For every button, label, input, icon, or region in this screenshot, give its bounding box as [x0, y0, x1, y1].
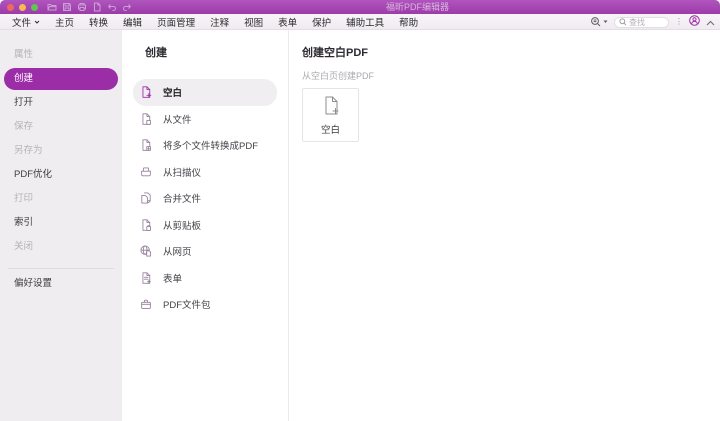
sidebar-item-save: 保存 [14, 121, 34, 132]
app-window: 福昕PDF编辑器 文件 主页 转换 编辑 页面管理 注释 视图 表单 保护 辅助… [0, 0, 720, 421]
create-item-combine-files[interactable]: 合并文件 [133, 185, 277, 212]
create-item-blank[interactable]: 空白 [133, 79, 277, 106]
pdf-portfolio-icon [141, 299, 151, 310]
from-scanner-icon [141, 167, 151, 177]
from-clipboard-icon [142, 219, 151, 231]
blank-card-label: 空白 [320, 124, 340, 136]
redo-icon[interactable] [122, 2, 132, 12]
create-item-label: PDF文件包 [163, 300, 211, 312]
chevron-down-icon [34, 20, 40, 24]
menu-item-file[interactable]: 文件 [12, 15, 40, 29]
sidebar-item-open[interactable]: 打开 [0, 91, 122, 115]
from-file-icon [142, 113, 151, 125]
blank-page-plus-icon [325, 96, 338, 114]
more-options-icon[interactable]: ⋮ [675, 17, 683, 27]
blank-pdf-card[interactable]: 空白 [302, 88, 359, 142]
create-panel-title: 创建 [145, 47, 167, 59]
menu-item-help[interactable]: 帮助 [399, 15, 418, 29]
create-item-label: 从文件 [163, 114, 192, 126]
create-item-pdf-portfolio[interactable]: PDF文件包 [133, 291, 277, 318]
multiple-files-to-pdf-icon [142, 139, 151, 151]
menu-bar-right-group: 查找 ⋮ [590, 14, 715, 30]
fullscreen-window-icon[interactable] [31, 3, 38, 11]
detail-panel: 创建空白PDF 从空白页创建PDF 空白 [290, 30, 720, 421]
quick-access-toolbar [47, 2, 132, 12]
sidebar-item-create[interactable]: 创建 [4, 68, 118, 90]
combine-files-icon [141, 192, 151, 204]
traffic-lights [7, 3, 38, 11]
menu-item-edit[interactable]: 编辑 [123, 15, 142, 29]
sidebar-item-close: 关闭 [14, 241, 34, 252]
close-window-icon[interactable] [7, 3, 14, 11]
menu-item-comment[interactable]: 注释 [210, 15, 229, 29]
undo-icon[interactable] [107, 2, 117, 12]
account-icon[interactable] [689, 13, 700, 31]
create-item-label: 将多个文件转换成PDF [163, 141, 259, 153]
menu-item-form[interactable]: 表单 [278, 15, 297, 29]
create-options-list: 空白 从文件 将多个文件转换成PDF 从扫描仪 合并文件 从剪贴板 从网页 表单… [122, 79, 288, 318]
create-item-from-clipboard[interactable]: 从剪贴板 [133, 212, 277, 239]
window-title: 福昕PDF编辑器 [386, 2, 450, 12]
create-item-label: 合并文件 [163, 194, 202, 206]
create-item-label: 表单 [163, 273, 183, 285]
create-item-label: 从剪贴板 [163, 220, 202, 232]
from-webpage-icon [140, 245, 151, 257]
create-item-from-file[interactable]: 从文件 [133, 106, 277, 133]
minimize-window-icon[interactable] [19, 3, 26, 11]
print-icon[interactable] [77, 2, 87, 12]
sidebar-item-print: 打印 [14, 193, 34, 204]
create-item-form[interactable]: 表单 [133, 265, 277, 292]
search-input[interactable]: 查找 [614, 16, 669, 28]
new-document-icon[interactable] [92, 2, 102, 12]
dropdown-caret-icon [603, 20, 608, 23]
open-folder-icon[interactable] [47, 2, 57, 12]
menu-item-view[interactable]: 视图 [244, 15, 263, 29]
sidebar-item-pdf-optimize[interactable]: PDF优化 [0, 163, 122, 187]
search-placeholder: 查找 [629, 17, 645, 27]
search-icon [619, 18, 627, 26]
create-item-multi-files-to-pdf[interactable]: 将多个文件转换成PDF [133, 132, 277, 159]
create-item-label: 空白 [163, 88, 183, 100]
menu-item-home[interactable]: 主页 [55, 15, 74, 29]
sidebar-item-save-as: 另存为 [14, 145, 43, 156]
create-panel: 创建 空白 从文件 将多个文件转换成PDF 从扫描仪 合并文件 从剪贴板 从网页… [122, 30, 289, 421]
sidebar-item-preferences[interactable]: 偏好设置 [0, 272, 122, 296]
menu-item-convert[interactable]: 转换 [89, 15, 108, 29]
menu-item-protect[interactable]: 保护 [312, 15, 331, 29]
blank-page-plus-icon [142, 86, 152, 98]
create-item-label: 从网页 [163, 247, 192, 259]
create-item-from-scanner[interactable]: 从扫描仪 [133, 159, 277, 186]
sidebar-item-index[interactable]: 索引 [0, 211, 122, 235]
form-icon [142, 272, 151, 284]
menu-item-file-label: 文件 [12, 17, 32, 29]
menu-item-assist-tools[interactable]: 辅助工具 [346, 15, 384, 29]
save-icon[interactable] [62, 2, 72, 12]
menu-bar: 文件 主页 转换 编辑 页面管理 注释 视图 表单 保护 辅助工具 帮助 查找 … [0, 14, 720, 30]
detail-panel-title: 创建空白PDF [302, 47, 368, 59]
sidebar-item-properties: 属性 [14, 49, 34, 60]
create-item-from-webpage[interactable]: 从网页 [133, 238, 277, 265]
create-item-label: 从扫描仪 [163, 167, 202, 179]
file-menu-sidebar: 属性 创建 打开 保存 另存为 PDF优化 打印 索引 关闭 偏好设置 [0, 30, 122, 421]
find-replace-icon[interactable] [590, 16, 608, 28]
detail-panel-subtitle: 从空白页创建PDF [302, 71, 375, 81]
menu-item-organize[interactable]: 页面管理 [157, 15, 195, 29]
title-bar: 福昕PDF编辑器 [0, 0, 720, 14]
collapse-ribbon-icon[interactable] [706, 13, 715, 31]
sidebar-divider [8, 268, 114, 269]
